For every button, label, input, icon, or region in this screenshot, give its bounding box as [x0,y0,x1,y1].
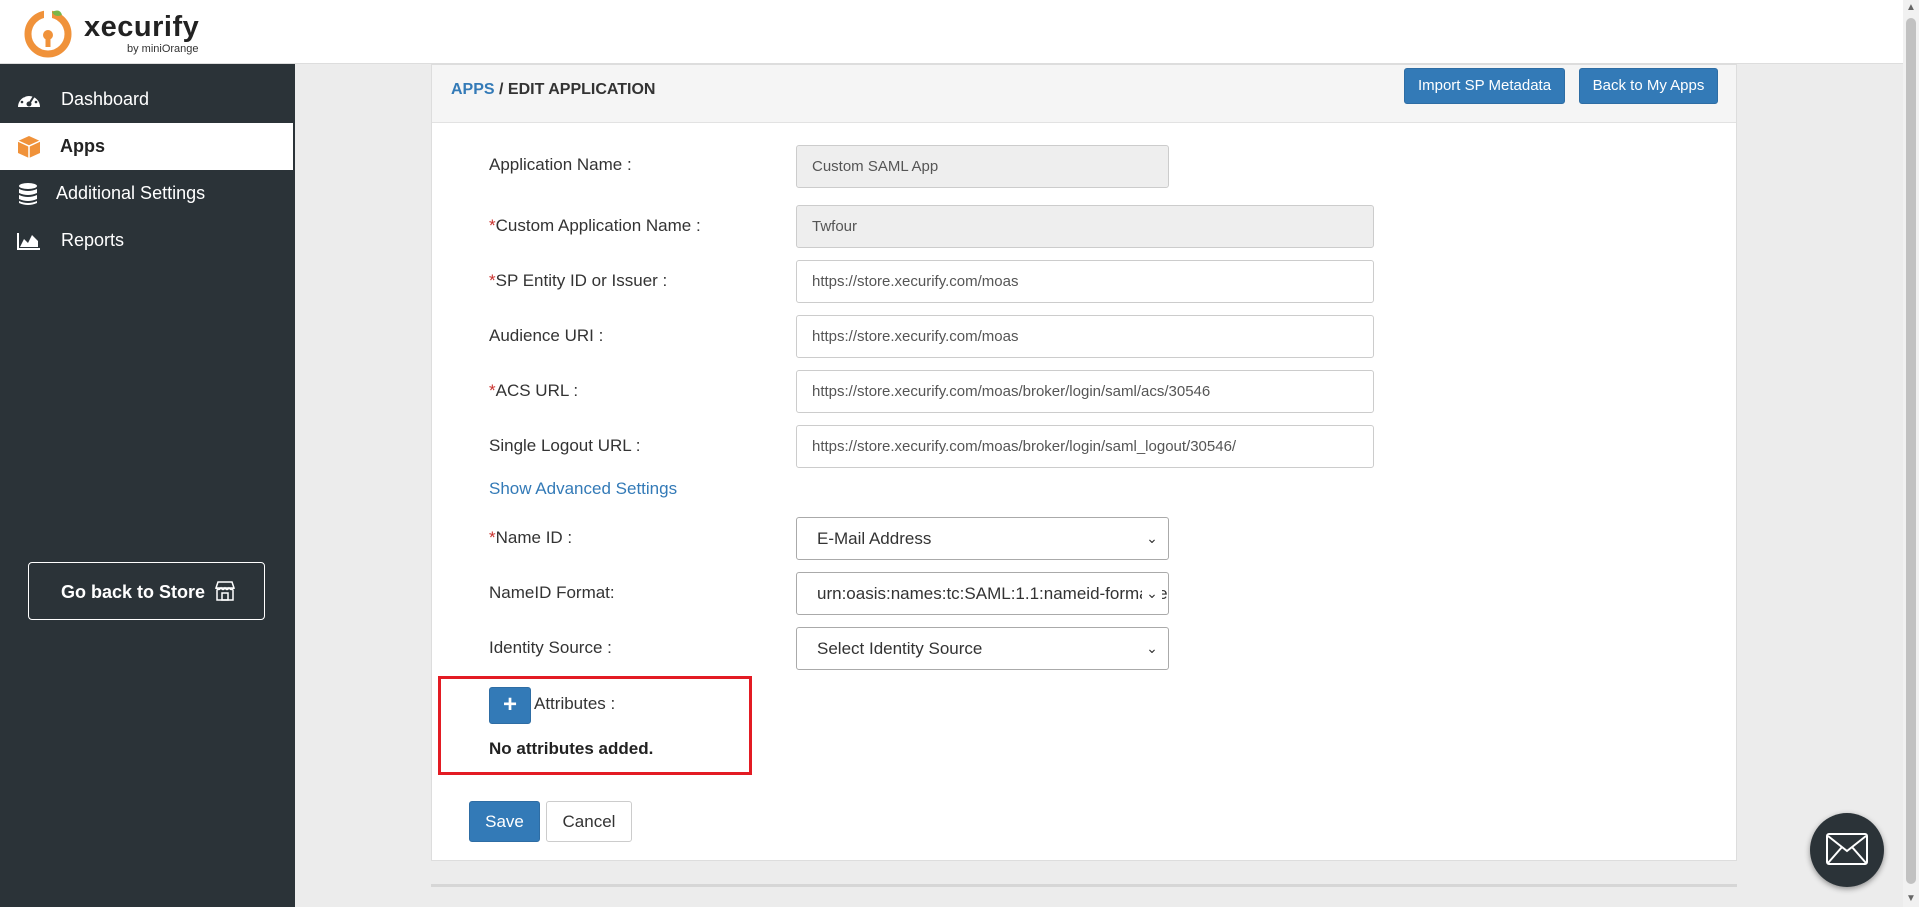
sp-entity-id-label: *SP Entity ID or Issuer : [489,271,667,291]
go-back-to-store-button[interactable]: Go back to Store [28,562,265,620]
required-marker: * [489,528,496,547]
brand-name: xecurify [84,11,200,43]
required-marker: * [489,216,496,235]
breadcrumb-separator: / [494,81,508,98]
scroll-down-arrow[interactable]: ▼ [1903,891,1919,907]
contact-support-button[interactable] [1810,813,1884,887]
import-sp-metadata-button[interactable]: Import SP Metadata [1404,68,1565,104]
label-text: Identity Source : [489,638,612,657]
label-text: NameID Format: [489,583,615,602]
nameid-format-select[interactable]: urn:oasis:names:tc:SAML:1.1:nameid-forma… [796,572,1169,615]
name-id-label: *Name ID : [489,528,572,548]
page-scrollbar[interactable]: ▲ ▼ [1903,0,1919,907]
sidebar-item-reports[interactable]: Reports [0,217,293,264]
label-text: Single Logout URL : [489,436,641,455]
sidebar-item-label: Additional Settings [56,183,206,203]
sidebar-item-label: Apps [60,136,105,156]
selected-value: Select Identity Source [817,639,983,658]
cube-icon [17,136,41,158]
scroll-up-arrow[interactable]: ▲ [1903,0,1919,16]
label-text: Custom Application Name : [495,216,701,235]
identity-source-label: Identity Source : [489,638,612,658]
custom-application-name-field[interactable]: Twfour [796,205,1374,248]
sidebar-item-apps[interactable]: Apps [0,123,293,170]
attributes-label: Attributes : [534,694,616,713]
chevron-down-icon: ⌄ [1142,573,1162,614]
database-icon [19,183,37,205]
sidebar: Dashboard Apps Additional Settings Repor… [0,64,295,907]
panel-footer-divider [431,884,1737,887]
label-text: Name ID : [495,528,573,547]
sp-entity-id-input[interactable]: https://store.xecurify.com/moas [796,260,1374,303]
panel-header: APPS / EDIT APPLICATION Import SP Metada… [432,65,1736,123]
area-chart-icon [17,233,40,250]
edit-application-panel: APPS / EDIT APPLICATION Import SP Metada… [431,64,1737,861]
top-header: xecurify by miniOrange [0,0,1919,64]
breadcrumb: APPS / EDIT APPLICATION [451,81,655,99]
single-logout-url-input[interactable]: https://store.xecurify.com/moas/broker/l… [796,425,1374,468]
label-text: SP Entity ID or Issuer : [495,271,668,290]
name-id-select[interactable]: E-Mail Address ⌄ [796,517,1169,560]
breadcrumb-apps-link[interactable]: APPS [451,81,495,98]
store-button-label: Go back to Store [61,582,206,602]
xecurify-logo-icon [24,10,72,58]
scroll-thumb[interactable] [1906,18,1916,884]
envelope-icon [1826,833,1868,865]
selected-value: urn:oasis:names:tc:SAML:1.1:nameid-forma… [817,584,1168,603]
label-text: ACS URL : [495,381,579,400]
add-attribute-button[interactable]: + [489,687,531,724]
sidebar-item-additional-settings[interactable]: Additional Settings [0,170,293,217]
attributes-highlight-box [438,676,752,775]
cancel-button[interactable]: Cancel [546,801,632,842]
selected-value: E-Mail Address [817,529,932,548]
custom-application-name-label: *Custom Application Name : [489,216,701,236]
save-button[interactable]: Save [469,801,540,842]
sidebar-item-label: Reports [61,230,125,250]
breadcrumb-current: EDIT APPLICATION [507,81,656,98]
back-to-my-apps-button[interactable]: Back to My Apps [1579,68,1718,104]
label-text: Application Name : [489,155,632,174]
required-marker: * [489,271,496,290]
nameid-format-label: NameID Format: [489,583,615,603]
no-attributes-message: No attributes added. [489,739,654,758]
label-text: Audience URI : [489,326,604,345]
single-logout-url-label: Single Logout URL : [489,436,641,456]
application-name-label: Application Name : [489,155,632,175]
chevron-down-icon: ⌄ [1142,628,1162,669]
dashboard-gauge-icon [18,92,40,107]
audience-uri-label: Audience URI : [489,326,603,346]
audience-uri-input[interactable]: https://store.xecurify.com/moas [796,315,1374,358]
brand-tagline: by miniOrange [127,43,199,55]
application-name-field[interactable]: Custom SAML App [796,145,1169,188]
sidebar-item-label: Dashboard [61,89,150,109]
acs-url-input[interactable]: https://store.xecurify.com/moas/broker/l… [796,370,1374,413]
sidebar-item-dashboard[interactable]: Dashboard [0,76,293,123]
required-marker: * [489,381,496,400]
identity-source-select[interactable]: Select Identity Source ⌄ [796,627,1169,670]
plus-icon: + [502,691,517,718]
acs-url-label: *ACS URL : [489,381,578,401]
xecurify-logo[interactable]: xecurify by miniOrange [22,6,222,58]
show-advanced-settings-link[interactable]: Show Advanced Settings [489,479,677,499]
chevron-down-icon: ⌄ [1142,518,1162,559]
store-icon [214,581,236,601]
